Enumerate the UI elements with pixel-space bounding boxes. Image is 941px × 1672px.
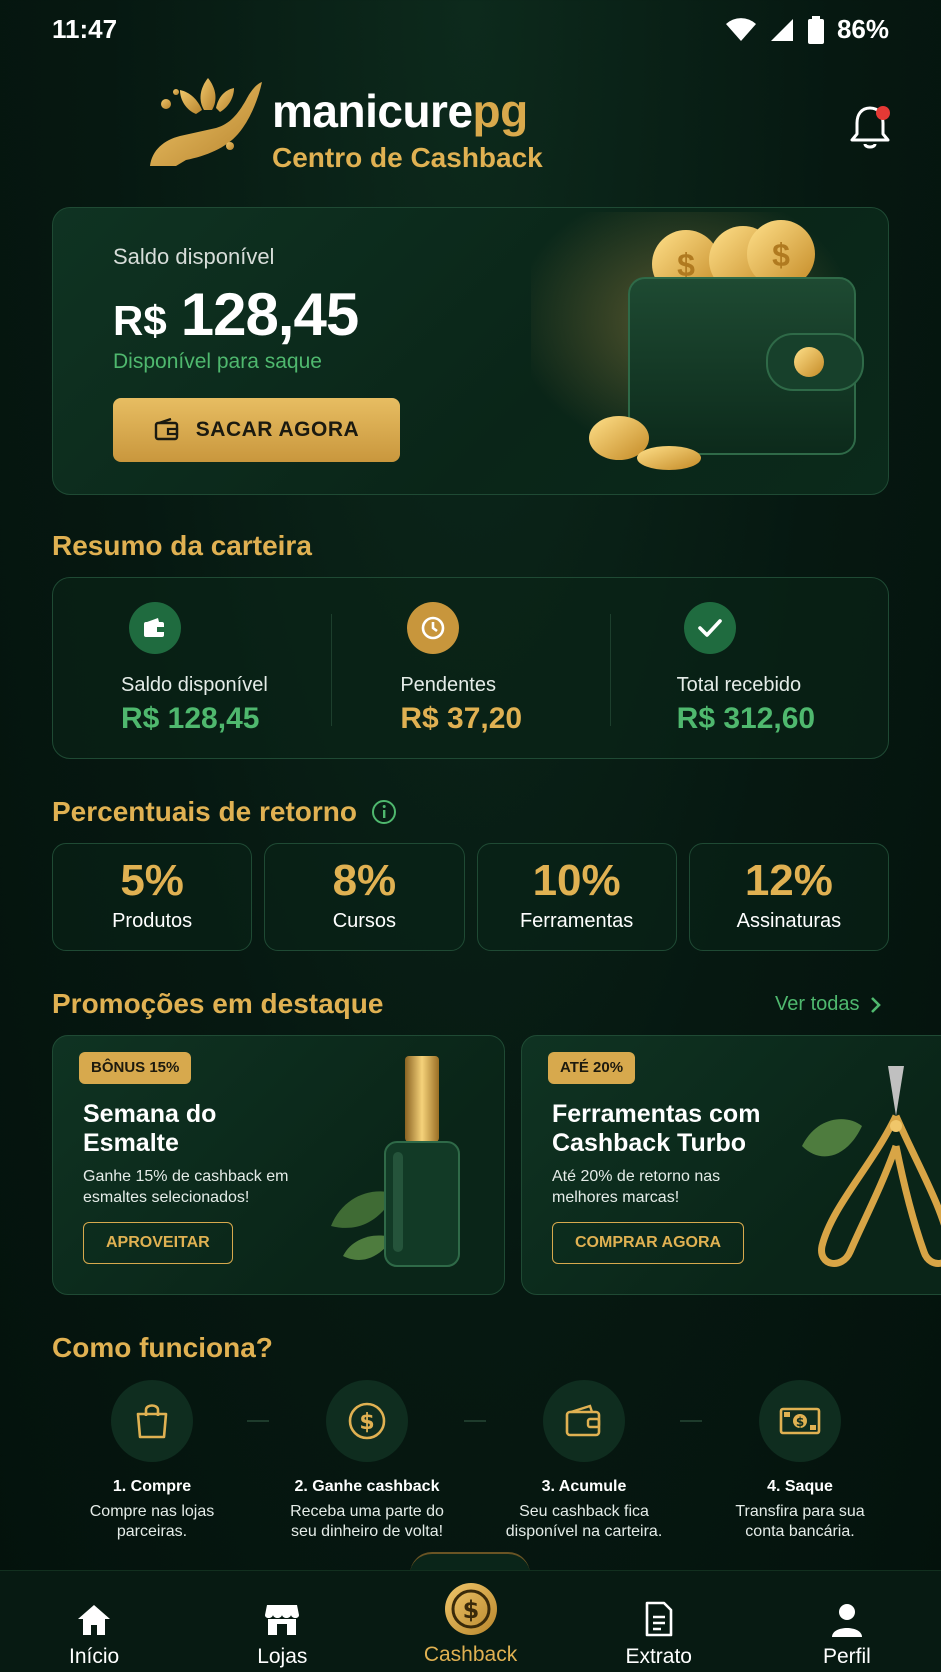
document-icon <box>565 1587 753 1637</box>
summary-item-available: Saldo disponível R$ 128,45 <box>53 578 331 758</box>
wifi-icon <box>725 17 756 41</box>
step-connector <box>680 1420 702 1422</box>
step-accumulate: 3. Acumule Seu cashback fica disponível … <box>484 1380 684 1542</box>
step-connector <box>464 1420 486 1422</box>
wallet-coins-illustration: $ $ <box>531 212 871 482</box>
how-it-works-title: Como funciona? <box>52 1332 273 1363</box>
svg-text:$: $ <box>796 1415 804 1429</box>
wallet-icon <box>154 418 178 441</box>
user-icon <box>753 1587 941 1637</box>
dollar-coin-icon: $ <box>326 1380 408 1462</box>
clock-icon <box>407 602 460 654</box>
rates-title: Percentuais de retorno <box>52 796 357 827</box>
step-buy: 1. Compre Compre nas lojas parceiras. <box>52 1380 252 1542</box>
how-it-works-steps: 1. Compre Compre nas lojas parceiras. $ … <box>52 1380 889 1540</box>
home-icon <box>0 1587 188 1637</box>
brand-name: manicurepg <box>272 85 528 137</box>
wallet-summary-card: Saldo disponível R$ 128,45 Pendentes R$ … <box>52 577 889 759</box>
status-indicators: 86% <box>725 14 889 45</box>
rate-subscriptions: 12% Assinaturas <box>688 843 889 951</box>
svg-text:$: $ <box>772 237 790 273</box>
rates-title-row: Percentuais de retorno <box>52 796 397 828</box>
banknote-icon: $ <box>759 1380 841 1462</box>
balance-label: Saldo disponível <box>113 244 275 269</box>
see-all-link[interactable]: Ver todas <box>775 993 882 1016</box>
bottom-navigation: Início Lojas $ Cashback Extrato Perfil <box>0 1570 941 1672</box>
status-bar: 11:47 86% <box>0 0 941 58</box>
rate-courses: 8% Cursos <box>264 843 465 951</box>
rate-products: 5% Produtos <box>52 843 253 951</box>
withdraw-button[interactable]: SACAR AGORA <box>113 398 400 462</box>
cashback-coin-icon: $ <box>376 1575 564 1637</box>
balance-subtext: Disponível para saque <box>113 350 322 373</box>
svg-text:$: $ <box>462 1596 479 1624</box>
step-withdraw: $ 4. Saque Transfira para sua conta banc… <box>700 1380 900 1542</box>
step-earn: $ 2. Ganhe cashback Receba uma parte do … <box>267 1380 467 1542</box>
promos-title: Promoções em destaque <box>52 988 384 1019</box>
cuticle-nipper-illustration <box>802 1066 941 1267</box>
promo-title: Semana do Esmalte <box>83 1100 217 1157</box>
promo-cta-button[interactable]: COMPRAR AGORA <box>552 1222 745 1264</box>
promo-title: Ferramentas com Cashback Turbo <box>552 1100 761 1157</box>
shopping-bag-icon <box>111 1380 193 1462</box>
brand-subtitle: Centro de Cashback <box>272 142 543 173</box>
signal-icon <box>770 18 793 41</box>
promo-description: Até 20% de retorno nas melhores marcas! <box>552 1168 721 1206</box>
nav-cashback[interactable]: $ Cashback <box>376 1571 564 1672</box>
nav-stores[interactable]: Lojas <box>188 1571 376 1672</box>
promo-cta-button[interactable]: APROVEITAR <box>83 1222 233 1264</box>
balance-amount: R$ 128,45 <box>113 281 359 348</box>
info-icon[interactable] <box>371 799 397 825</box>
summary-item-total: Total recebido R$ 312,60 <box>609 578 888 758</box>
promo-badge: ATÉ 20% <box>548 1052 636 1084</box>
battery-percent: 86% <box>836 14 889 44</box>
cashback-rates: 5% Produtos 8% Cursos 10% Ferramentas 12% As… <box>52 843 889 951</box>
nail-polish-illustration <box>331 1056 460 1267</box>
app-header: manicurepg Centro de Cashback <box>0 64 941 184</box>
notification-badge <box>876 106 890 120</box>
status-time: 11:47 <box>52 14 118 44</box>
nav-statement[interactable]: Extrato <box>565 1571 753 1672</box>
summary-item-pending: Pendentes R$ 37,20 <box>331 578 609 758</box>
balance-card: Saldo disponível R$ 128,45 Disponível par… <box>52 207 889 495</box>
wallet-icon <box>129 602 181 654</box>
rate-tools: 10% Ferramentas <box>476 843 677 951</box>
nav-profile[interactable]: Perfil <box>753 1571 941 1672</box>
store-icon <box>188 1587 376 1637</box>
svg-text:$: $ <box>359 1410 374 1435</box>
battery-icon <box>807 15 824 44</box>
promo-badge: BÔNUS 15% <box>79 1052 192 1084</box>
chevron-right-icon <box>870 996 881 1013</box>
promo-card-tools[interactable]: ATÉ 20% Ferramentas com Cashback Turbo A… <box>521 1035 941 1295</box>
summary-title: Resumo da carteira <box>52 530 312 561</box>
withdraw-button-label: SACAR AGORA <box>195 418 360 441</box>
check-icon <box>683 602 736 654</box>
wallet-icon <box>543 1380 625 1462</box>
promo-card-polish[interactable]: BÔNUS 15% Semana do Esmalte Ganhe 15% de… <box>52 1035 505 1295</box>
promo-description: Ganhe 15% de cashback em esmaltes seleci… <box>83 1168 289 1206</box>
step-connector <box>247 1420 269 1422</box>
nav-home[interactable]: Início <box>0 1571 188 1672</box>
hand-lotus-logo-icon <box>150 78 262 166</box>
